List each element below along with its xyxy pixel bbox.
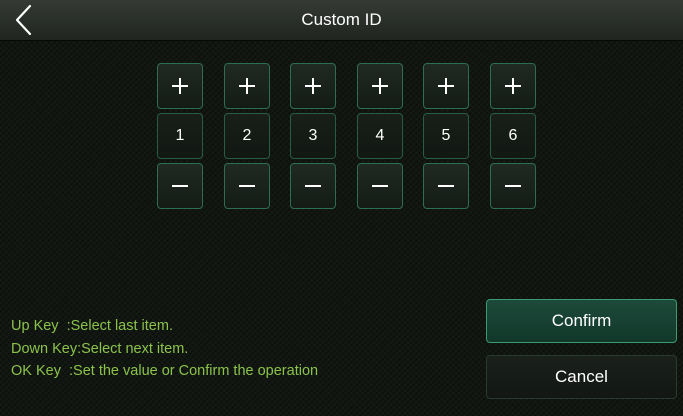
plus-icon bbox=[505, 78, 521, 94]
confirm-button[interactable]: Confirm bbox=[486, 299, 677, 343]
minus-icon bbox=[505, 185, 521, 187]
increment-digit-4-button[interactable] bbox=[357, 63, 403, 109]
plus-icon bbox=[239, 78, 255, 94]
plus-icon bbox=[372, 78, 388, 94]
custom-id-screen: Custom ID 1 2 3 4 5 6 Up Key:Select las… bbox=[0, 0, 683, 416]
header-bar: Custom ID bbox=[0, 0, 683, 41]
decrement-digit-1-button[interactable] bbox=[157, 163, 203, 209]
decrement-digit-4-button[interactable] bbox=[357, 163, 403, 209]
help-up-key: Up Key :Select last item. bbox=[11, 318, 173, 334]
minus-icon bbox=[172, 185, 188, 187]
digit-6-value[interactable]: 6 bbox=[490, 113, 536, 159]
digit-2-value[interactable]: 2 bbox=[224, 113, 270, 159]
cancel-button[interactable]: Cancel bbox=[486, 355, 677, 399]
minus-icon bbox=[372, 185, 388, 187]
increment-digit-5-button[interactable] bbox=[423, 63, 469, 109]
plus-icon bbox=[172, 78, 188, 94]
plus-icon bbox=[305, 78, 321, 94]
digit-1-value[interactable]: 1 bbox=[157, 113, 203, 159]
plus-icon bbox=[438, 78, 454, 94]
minus-icon bbox=[305, 185, 321, 187]
increment-digit-1-button[interactable] bbox=[157, 63, 203, 109]
help-ok-key: OK Key :Set the value or Confirm the ope… bbox=[11, 363, 319, 379]
digit-3-value[interactable]: 3 bbox=[290, 113, 336, 159]
digit-5-value[interactable]: 5 bbox=[423, 113, 469, 159]
decrement-digit-2-button[interactable] bbox=[224, 163, 270, 209]
digit-4-value[interactable]: 4 bbox=[357, 113, 403, 159]
increment-digit-3-button[interactable] bbox=[290, 63, 336, 109]
minus-icon bbox=[239, 185, 255, 187]
page-title: Custom ID bbox=[301, 10, 382, 29]
help-down-key: Down Key:Select next item. bbox=[11, 341, 189, 357]
increment-digit-6-button[interactable] bbox=[490, 63, 536, 109]
decrement-digit-6-button[interactable] bbox=[490, 163, 536, 209]
decrement-digit-3-button[interactable] bbox=[290, 163, 336, 209]
minus-icon bbox=[438, 185, 454, 187]
decrement-digit-5-button[interactable] bbox=[423, 163, 469, 209]
increment-digit-2-button[interactable] bbox=[224, 63, 270, 109]
